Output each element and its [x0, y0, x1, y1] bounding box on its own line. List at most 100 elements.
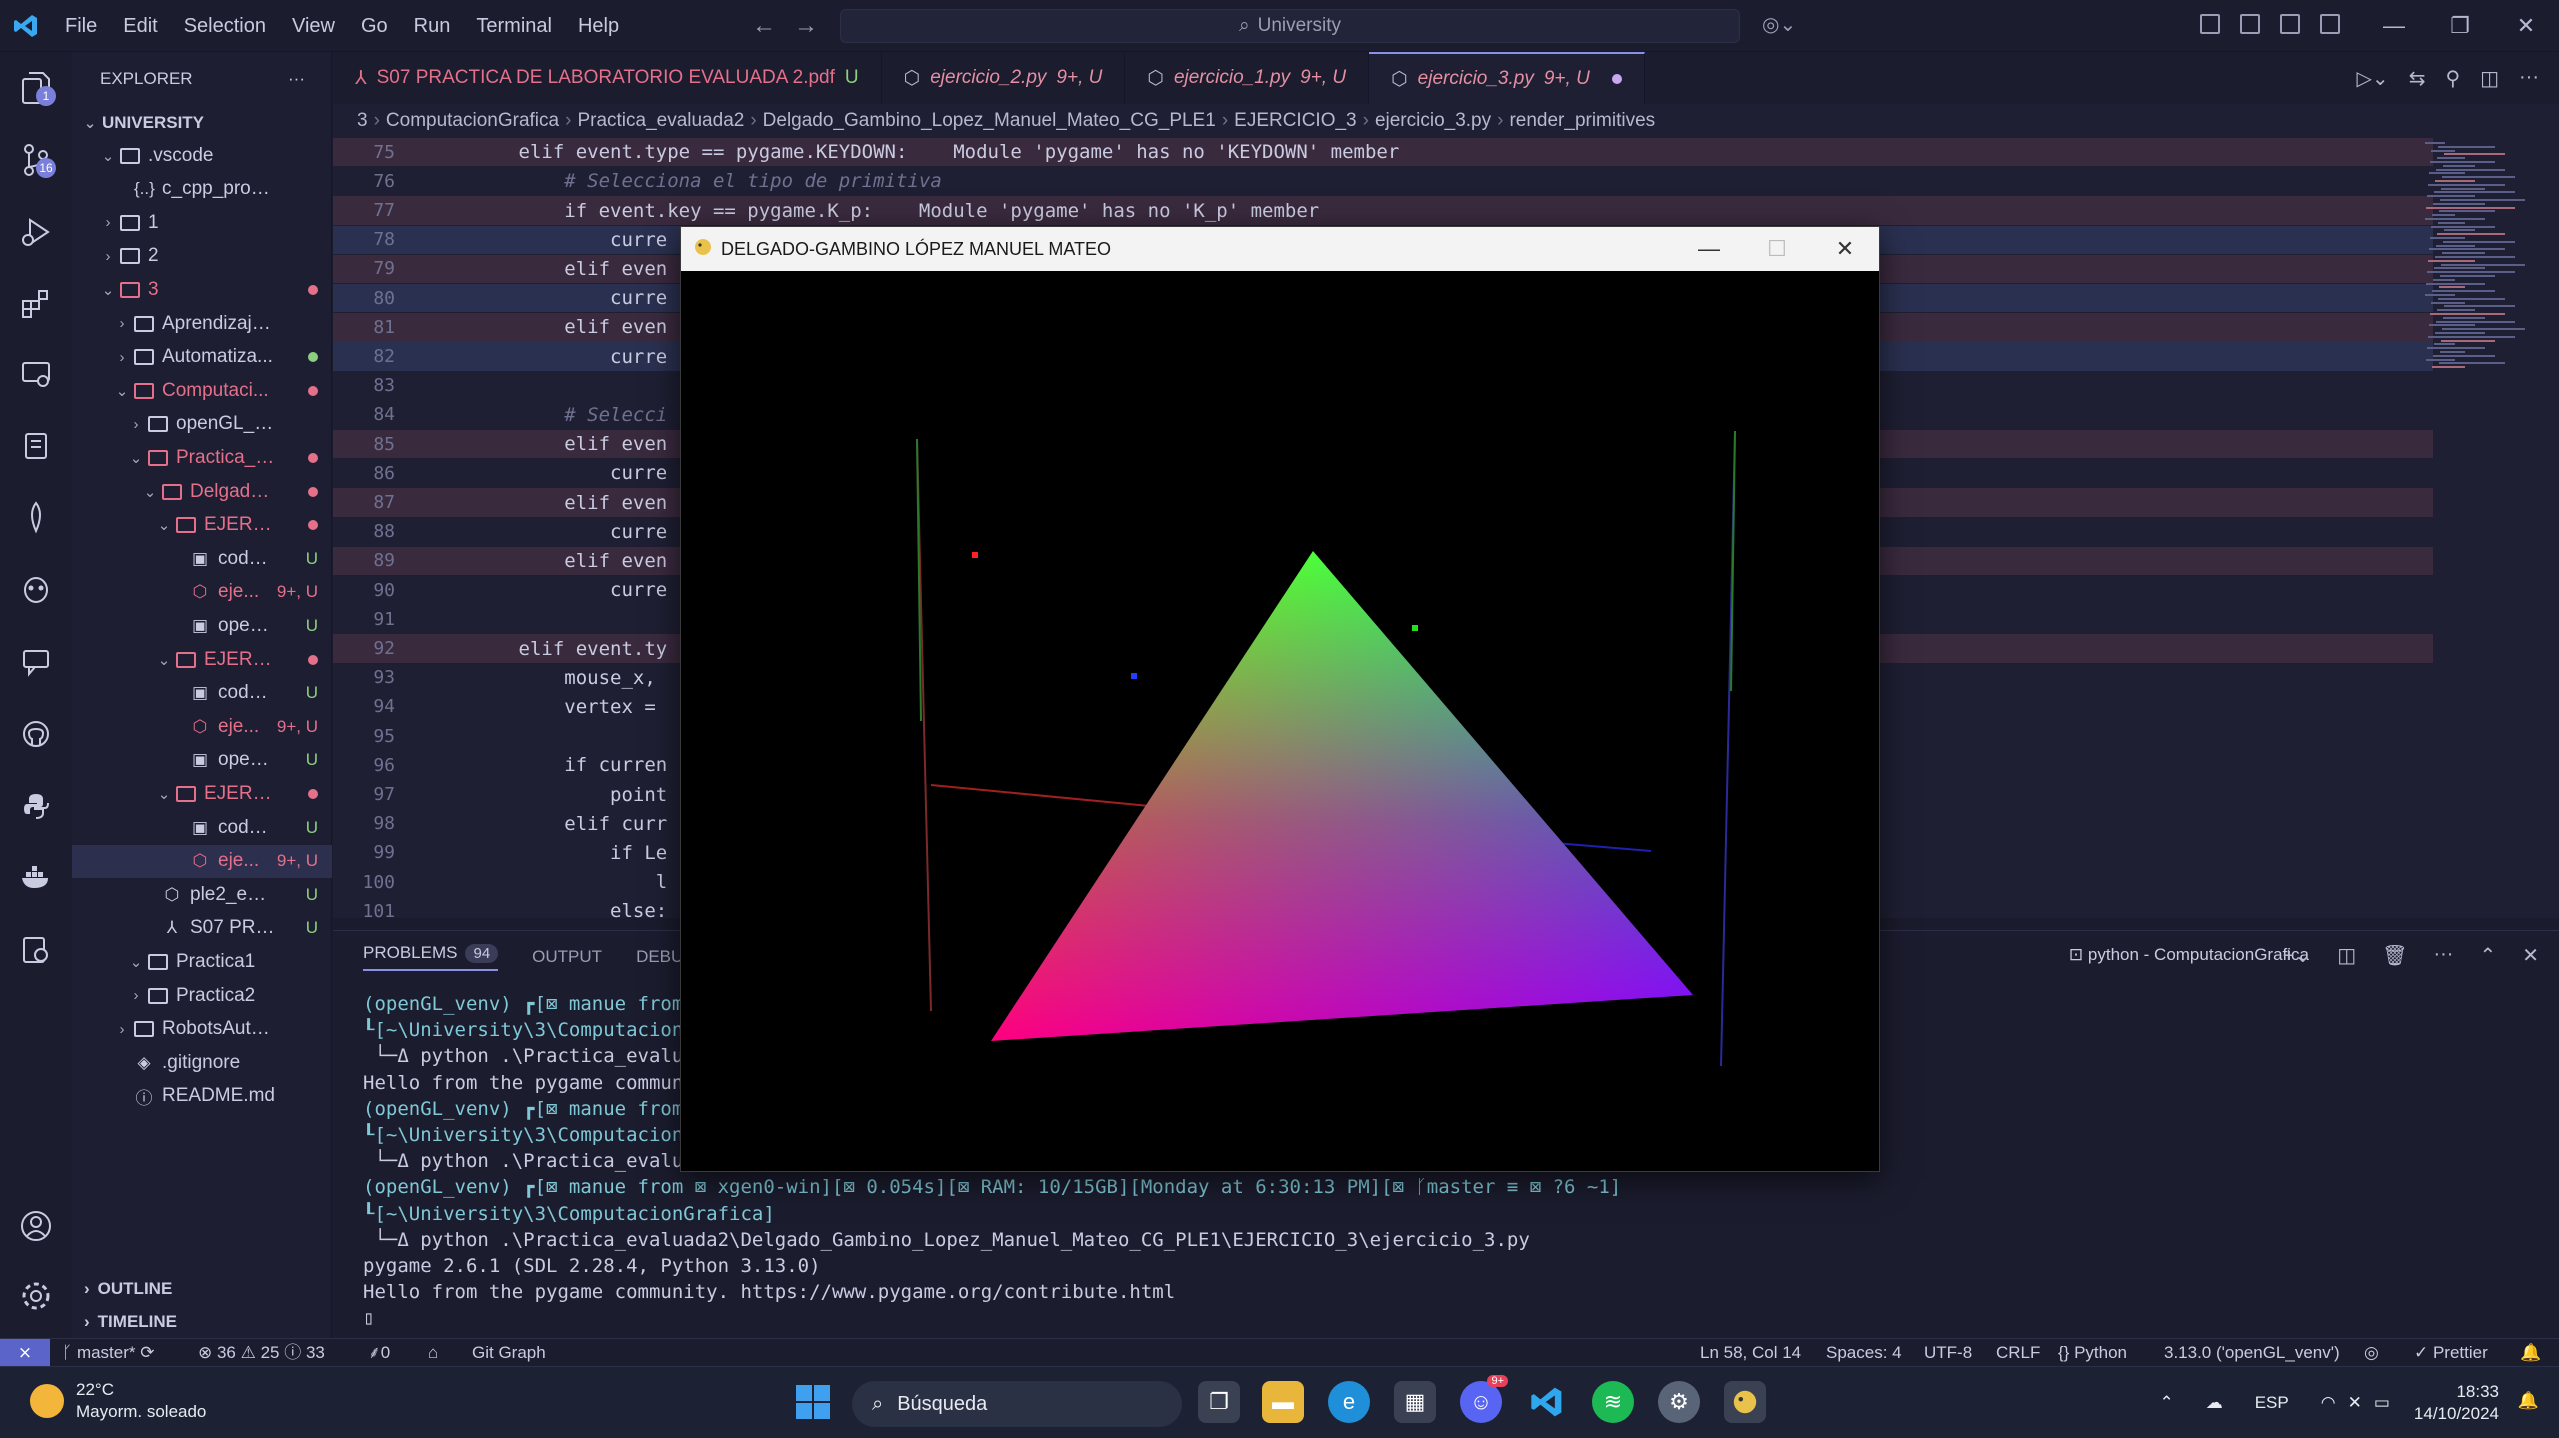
- customize-layout-icon[interactable]: [2320, 14, 2340, 34]
- file-row[interactable]: ▣ code_... U: [72, 542, 332, 575]
- menu-item-help[interactable]: Help: [565, 0, 632, 52]
- discord-icon[interactable]: ☺ 9+: [1460, 1375, 1508, 1423]
- split-editor-icon[interactable]: ◫: [2480, 66, 2499, 91]
- timeline-section[interactable]: › TIMELINE: [72, 1305, 332, 1338]
- tab-problems[interactable]: PROBLEMS 94: [363, 943, 499, 971]
- toggle-sidebar-icon[interactable]: [2200, 14, 2220, 34]
- folder-row[interactable]: ⌄ Practica1: [72, 945, 332, 978]
- folder-row[interactable]: ⌄ EJERCI...: [72, 509, 332, 542]
- tab-s07-practica-de-laboratorio-evaluada-2-pdf[interactable]: ⅄ S07 PRACTICA DE LABORATORIO EVALUADA 2.…: [333, 52, 882, 104]
- testing-icon[interactable]: [14, 424, 58, 468]
- terminal-selector[interactable]: ⊡ python - ComputacionGrafica: [2069, 945, 2309, 965]
- remote-settings-icon[interactable]: [14, 928, 58, 972]
- pygame-window[interactable]: DELGADO-GAMBINO LÓPEZ MANUEL MATEO — ☐ ✕: [680, 226, 1880, 1172]
- file-row[interactable]: ⬡ eje... 9+, U: [72, 576, 332, 609]
- remote-indicator-icon[interactable]: ⨯: [0, 1339, 50, 1367]
- file-row[interactable]: ⅄ S07 PRA... U: [72, 912, 332, 945]
- file-row[interactable]: ⬡ eje... 9+, U: [72, 710, 332, 743]
- folder-row[interactable]: ⌄ Delgado...: [72, 475, 332, 508]
- minimize-button[interactable]: —: [2361, 13, 2427, 39]
- docker-icon[interactable]: [14, 856, 58, 900]
- folder-row[interactable]: › RobotsAutonomos: [72, 1013, 332, 1046]
- ports-indicator[interactable]: ⸙0: [368, 1339, 390, 1367]
- toggle-panel-icon[interactable]: [2240, 14, 2260, 34]
- settings-gear-icon[interactable]: [14, 1274, 58, 1318]
- microsoft-store-icon[interactable]: ▦: [1394, 1381, 1436, 1423]
- folder-row[interactable]: ⌄ Practica_e...: [72, 441, 332, 474]
- weather-widget[interactable]: 22°C Mayorm. soleado: [30, 1379, 206, 1423]
- file-row[interactable]: {..} c_cpp_properties...: [72, 173, 332, 206]
- encoding[interactable]: UTF-8: [1924, 1339, 1972, 1367]
- menu-item-file[interactable]: File: [52, 0, 110, 52]
- accounts-icon[interactable]: [14, 1204, 58, 1248]
- file-row[interactable]: ⓘ README.md: [72, 1080, 332, 1113]
- folder-row[interactable]: ⌄ EJERCI...: [72, 777, 332, 810]
- run-file-icon[interactable]: ▷⌄: [2357, 66, 2389, 91]
- explorer-icon[interactable]: 1: [14, 66, 58, 110]
- folder-row[interactable]: › AprendizajeAuto...: [72, 307, 332, 340]
- volume-muted-icon[interactable]: ✕: [2348, 1393, 2362, 1413]
- home-icon[interactable]: ⌂: [428, 1339, 438, 1367]
- battery-icon[interactable]: ▭: [2374, 1393, 2390, 1413]
- back-arrow-icon[interactable]: ←: [752, 12, 794, 39]
- breadcrumb-item[interactable]: render_primitives: [1509, 110, 1655, 132]
- breadcrumb-item[interactable]: Delgado_Gambino_Lopez_Manuel_Mateo_CG_PL…: [763, 110, 1216, 132]
- menu-item-view[interactable]: View: [279, 0, 348, 52]
- file-row[interactable]: ▣ openg... U: [72, 744, 332, 777]
- new-terminal-icon[interactable]: +⌄: [2283, 943, 2311, 968]
- alien-extension-icon[interactable]: [14, 568, 58, 612]
- taskbar-search[interactable]: ⌕ Búsqueda: [852, 1381, 1182, 1427]
- tab-ejercicio-1-py[interactable]: ⬡ ejercicio_1.py 9+, U: [1125, 52, 1370, 104]
- file-row[interactable]: ▣ code_... U: [72, 677, 332, 710]
- extensions-icon[interactable]: [14, 282, 58, 326]
- folder-row[interactable]: ⌄ EJERCI...: [72, 643, 332, 676]
- breadcrumb-item[interactable]: Practica_evaluada2: [577, 110, 744, 132]
- source-control-icon[interactable]: 16: [14, 138, 58, 182]
- trash-icon[interactable]: 🗑: [2382, 943, 2407, 968]
- run-debug-icon[interactable]: [14, 210, 58, 254]
- python-interpreter[interactable]: 3.13.0 ('openGL_venv'): [2164, 1339, 2340, 1367]
- start-windows-icon[interactable]: [792, 1381, 834, 1423]
- pygame-canvas[interactable]: [681, 271, 1879, 1171]
- breadcrumb-item[interactable]: EJERCICIO_3: [1234, 110, 1356, 132]
- compare-changes-icon[interactable]: ⇆: [2409, 66, 2426, 91]
- indentation[interactable]: Spaces: 4: [1826, 1339, 1902, 1367]
- language-mode[interactable]: {} Python: [2058, 1339, 2127, 1367]
- cursor-position[interactable]: Ln 58, Col 14: [1700, 1339, 1801, 1367]
- file-row[interactable]: ⬡ eje... 9+, U: [72, 844, 332, 878]
- prettier-status[interactable]: ✓ Prettier: [2414, 1339, 2488, 1367]
- notification-icon[interactable]: 🔔: [2518, 1391, 2539, 1411]
- bulb-icon[interactable]: ⚲: [2445, 66, 2460, 91]
- split-terminal-icon[interactable]: ◫: [2337, 943, 2356, 968]
- folder-row[interactable]: ⌄ 3: [72, 273, 332, 306]
- breadcrumb-item[interactable]: ComputacionGrafica: [386, 110, 559, 132]
- folder-row[interactable]: › Automatiza...: [72, 341, 332, 374]
- more-actions-icon[interactable]: ···: [2519, 66, 2539, 91]
- file-row[interactable]: ⬡ ple2_enu... U: [72, 878, 332, 911]
- menu-item-run[interactable]: Run: [401, 0, 464, 52]
- folder-row[interactable]: › openGL_venv: [72, 408, 332, 441]
- github-icon[interactable]: [14, 712, 58, 756]
- folder-row[interactable]: ⌄ .vscode: [72, 139, 332, 172]
- forward-arrow-icon[interactable]: →: [794, 12, 836, 39]
- unsaved-dot-icon[interactable]: [1611, 74, 1622, 84]
- close-panel-icon[interactable]: ✕: [2522, 943, 2539, 968]
- file-row[interactable]: ▣ code_... U: [72, 811, 332, 844]
- notifications-bell-icon[interactable]: 🔔: [2520, 1339, 2541, 1367]
- onedrive-icon[interactable]: ☁: [2206, 1393, 2223, 1413]
- tab-output[interactable]: OUTPUT: [532, 947, 602, 967]
- settings-app-icon[interactable]: ⚙: [1658, 1381, 1700, 1423]
- folder-row[interactable]: ⌄ Computaci...: [72, 374, 332, 407]
- file-row[interactable]: ◈ .gitignore: [72, 1046, 332, 1079]
- file-row[interactable]: ▣ openg... U: [72, 609, 332, 642]
- menu-item-selection[interactable]: Selection: [171, 0, 279, 52]
- outline-section[interactable]: › OUTLINE: [72, 1272, 332, 1305]
- close-button[interactable]: ✕: [2493, 13, 2559, 39]
- maximize-panel-icon[interactable]: ⌃: [2479, 943, 2496, 968]
- python-app-icon[interactable]: [1724, 1381, 1766, 1423]
- python-icon[interactable]: [14, 784, 58, 828]
- task-view-icon[interactable]: ❐: [1198, 1381, 1240, 1423]
- file-explorer-icon[interactable]: ▬: [1262, 1381, 1304, 1423]
- git-graph-button[interactable]: Git Graph: [472, 1339, 546, 1367]
- keyboard-language[interactable]: ESP: [2255, 1393, 2289, 1413]
